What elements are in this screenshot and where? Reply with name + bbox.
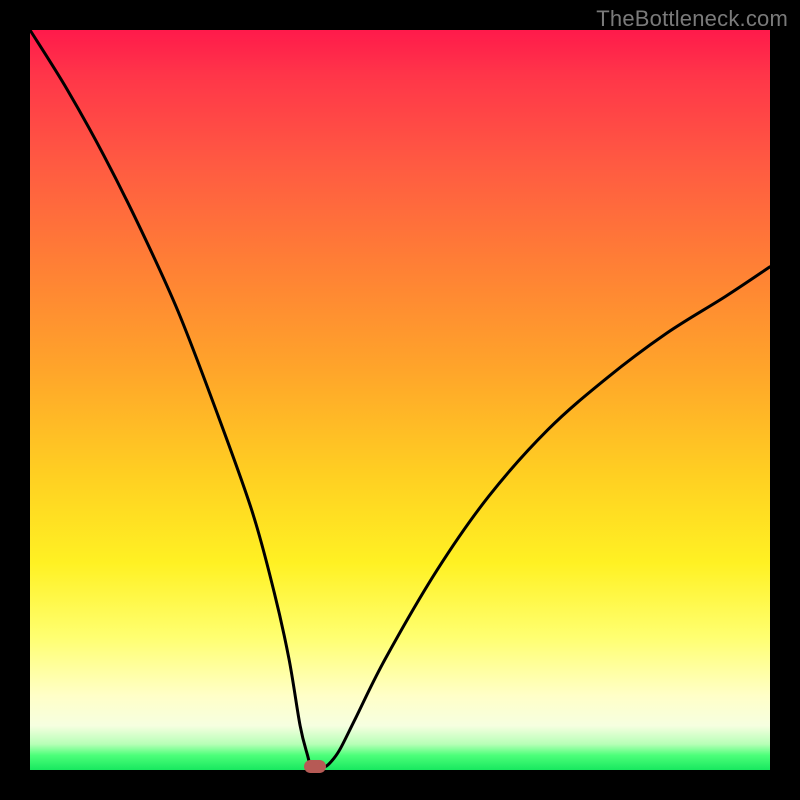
plot-area: [30, 30, 770, 770]
bottleneck-curve: [30, 30, 770, 770]
chart-frame: TheBottleneck.com: [0, 0, 800, 800]
watermark-text: TheBottleneck.com: [596, 6, 788, 32]
min-marker: [304, 760, 326, 773]
